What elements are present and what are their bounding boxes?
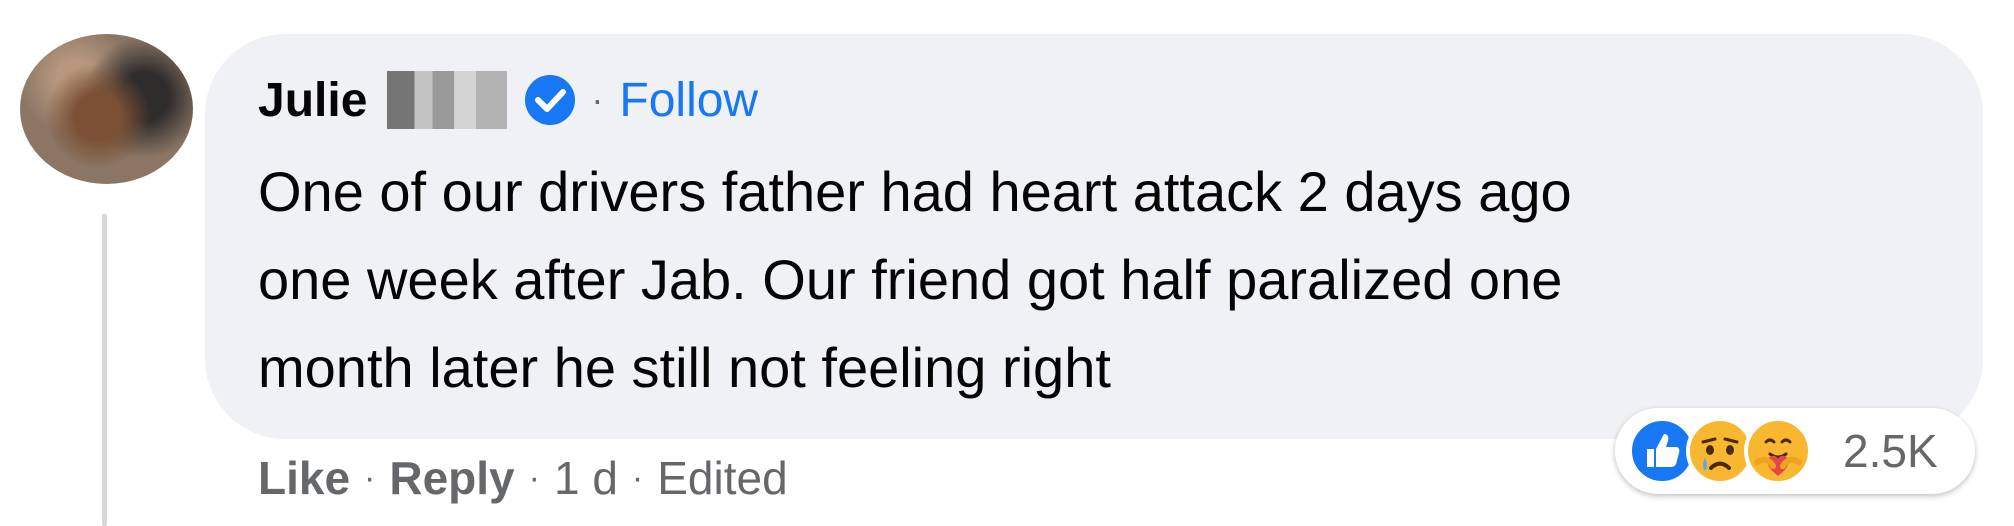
author-name[interactable]: Julie	[258, 73, 367, 128]
separator-dot: ·	[528, 458, 540, 497]
timestamp-link[interactable]: 1 d	[554, 451, 618, 505]
reaction-summary[interactable]: 2.5K	[1615, 408, 1975, 494]
thread-line	[102, 214, 107, 526]
like-button[interactable]: Like	[258, 451, 350, 505]
avatar[interactable]	[20, 34, 193, 184]
follow-link[interactable]: Follow	[619, 73, 758, 128]
comment-text: One of our drivers father had heart atta…	[258, 160, 1572, 399]
separator-dot: ·	[364, 458, 376, 497]
reply-button[interactable]: Reply	[389, 451, 514, 505]
verified-badge-icon	[525, 75, 576, 125]
comment-actions: Like · Reply · 1 d · Edited	[258, 448, 788, 508]
separator-dot: ·	[591, 79, 604, 120]
comment-author-row: Julie · Follow	[258, 71, 758, 129]
redacted-surname	[387, 71, 508, 129]
care-reaction-icon	[1744, 417, 1812, 485]
edited-label[interactable]: Edited	[657, 451, 787, 505]
reaction-count: 2.5K	[1843, 425, 1938, 477]
separator-dot: ·	[631, 458, 644, 497]
